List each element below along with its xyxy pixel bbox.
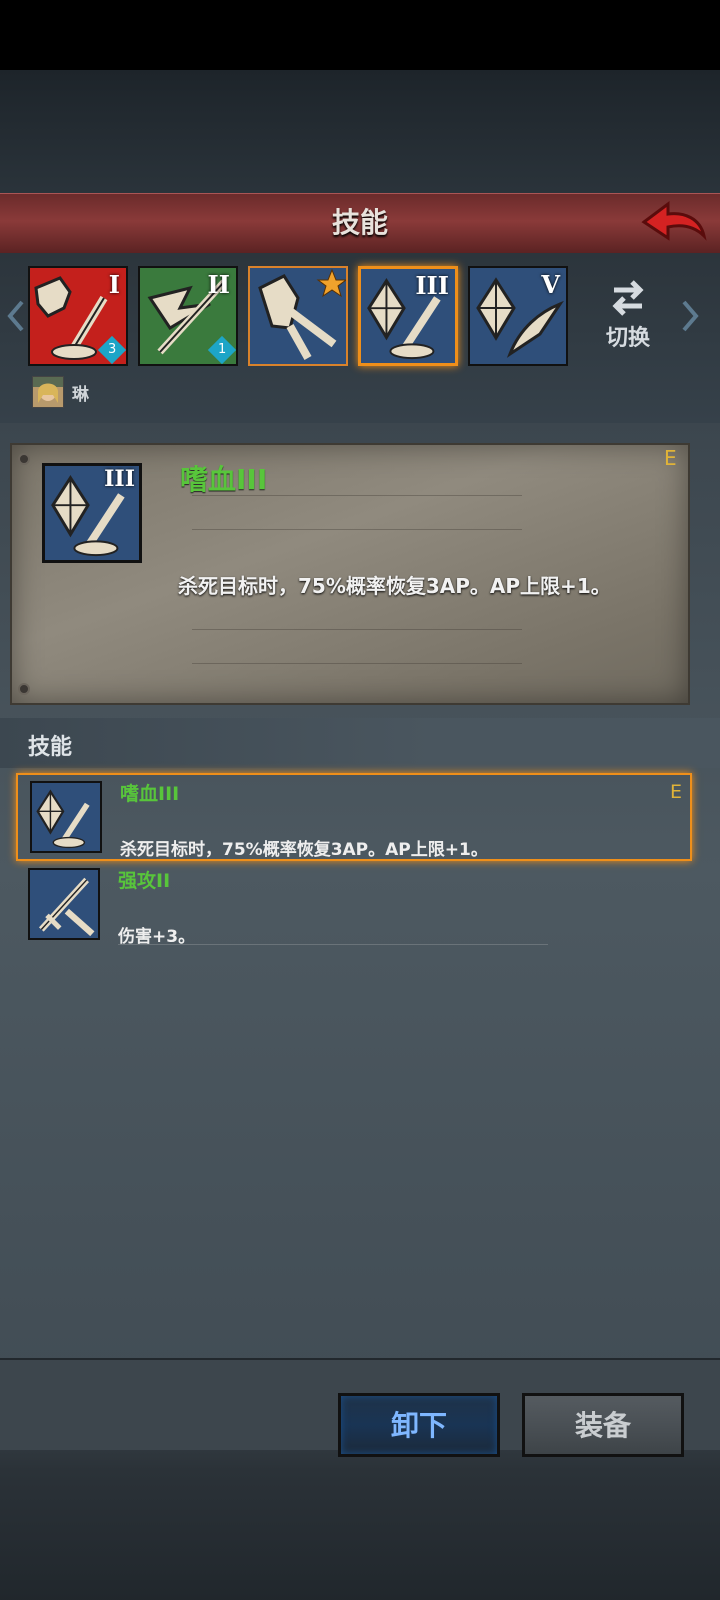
- list-skill-name: 嗜血III: [120, 783, 180, 805]
- section-label: 技能: [28, 735, 73, 760]
- section-header: [0, 718, 720, 768]
- skill-slot-3[interactable]: [248, 266, 348, 366]
- chevron-right-icon[interactable]: [680, 298, 702, 334]
- skill-slot-5[interactable]: V: [468, 266, 568, 366]
- back-button[interactable]: [640, 200, 708, 246]
- skill-slot-1[interactable]: I 3: [28, 266, 128, 366]
- page-title: 技能: [331, 206, 388, 239]
- divider: [192, 529, 522, 530]
- status-area: [0, 0, 720, 70]
- list-skill-name: 强攻II: [118, 870, 171, 892]
- gauntlet-star-icon: [258, 268, 346, 360]
- switch-button[interactable]: 切换: [600, 278, 656, 358]
- list-grade-badge: E: [669, 781, 682, 803]
- character-portrait-icon: [33, 377, 63, 403]
- avatar: [32, 376, 64, 408]
- slot-roman: II: [207, 270, 230, 299]
- skill-slot-2[interactable]: II 1: [138, 266, 238, 366]
- header-bar: 技能: [0, 193, 720, 256]
- divider: [118, 944, 548, 945]
- slot-roman: III: [415, 271, 449, 300]
- switch-label: 切换: [605, 326, 650, 351]
- rivet-icon: [18, 683, 30, 695]
- divider: [192, 663, 522, 664]
- detail-grade-badge: E: [664, 446, 677, 470]
- detail-description: 杀死目标时，75%概率恢复3AP。AP上限+1。: [178, 574, 611, 598]
- list-item[interactable]: 嗜血III E 杀死目标时，75%概率恢复3AP。AP上限+1。: [16, 773, 692, 861]
- detail-roman: III: [104, 466, 135, 492]
- list-skill-icon: [30, 781, 102, 853]
- list-skill-description: 杀死目标时，75%概率恢复3AP。AP上限+1。: [120, 840, 488, 860]
- crystal-sword-icon: [36, 789, 90, 849]
- divider: [192, 629, 522, 630]
- back-arrow-icon: [641, 201, 707, 241]
- chevron-left-icon[interactable]: [4, 298, 26, 334]
- skill-slot-4[interactable]: III: [358, 266, 458, 366]
- slot-roman: I: [108, 270, 120, 299]
- crossed-swords-icon: [38, 877, 95, 937]
- list-item[interactable]: 强攻II 伤害+3。: [16, 862, 692, 950]
- equip-button[interactable]: 装备: [522, 1393, 684, 1457]
- list-skill-icon: [28, 868, 100, 940]
- swap-arrows-icon: [612, 280, 644, 316]
- detail-skill-icon: III: [42, 463, 142, 563]
- character-name: 琳: [72, 385, 89, 405]
- slot-roman: V: [541, 270, 560, 299]
- detail-skill-name: 嗜血III: [180, 463, 268, 496]
- rivet-icon: [18, 453, 30, 465]
- unequip-button[interactable]: 卸下: [338, 1393, 500, 1457]
